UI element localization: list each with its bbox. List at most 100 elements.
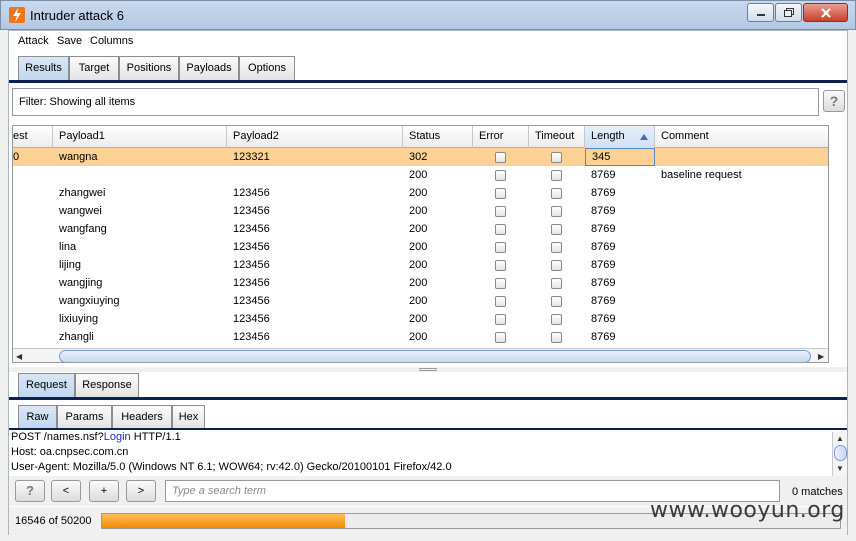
cell-comment [655, 328, 828, 346]
editor-scroll-up-icon[interactable]: ▲ [836, 434, 844, 443]
tab-headers[interactable]: Headers [112, 405, 172, 429]
table-horizontal-scrollbar[interactable]: ◀ ▶ [13, 348, 828, 362]
col-timeout[interactable]: Timeout [529, 126, 585, 148]
message-tabs: Request Response [18, 373, 144, 397]
menu-save[interactable]: Save [57, 35, 82, 47]
cell-status: 200 [409, 331, 428, 343]
cell-length: 8769 [591, 313, 616, 325]
timeout-checkbox [551, 332, 562, 343]
pane-splitter[interactable] [9, 367, 847, 372]
error-checkbox [495, 242, 506, 253]
filter-help-button[interactable]: ? [823, 90, 845, 112]
col-error[interactable]: Error [473, 126, 529, 148]
col-length[interactable]: Length [585, 126, 655, 148]
table-row[interactable]: lijing 123456 200 8769 [13, 256, 828, 274]
cell-p2: 123456 [233, 241, 270, 253]
search-help-button[interactable]: ? [15, 480, 45, 502]
cell-p1 [53, 166, 227, 184]
cell-status: 200 [409, 205, 428, 217]
cell-length: 8769 [591, 259, 616, 271]
menu-columns[interactable]: Columns [90, 35, 133, 47]
col-comment[interactable]: Comment [655, 126, 828, 148]
table-row[interactable]: lina 123456 200 8769 [13, 238, 828, 256]
search-add-button[interactable]: + [89, 480, 119, 502]
cell-req [13, 274, 53, 292]
cell-status: 200 [409, 295, 428, 307]
cell-comment [655, 238, 828, 256]
menu-attack[interactable]: Attack [18, 35, 49, 47]
horizontal-scroll-thumb[interactable] [59, 350, 811, 362]
table-row[interactable]: zhangwei 123456 200 8769 [13, 184, 828, 202]
tab-divider [9, 80, 847, 83]
progress-text: 16546 of 50200 [15, 515, 92, 527]
tab-results[interactable]: Results [18, 56, 69, 80]
minimize-button[interactable] [747, 3, 774, 22]
tab-request[interactable]: Request [18, 373, 75, 397]
table-row[interactable]: wangxiuying 123456 200 8769 [13, 292, 828, 310]
user-agent-header: User-Agent: Mozilla/5.0 (Windows NT 6.1;… [11, 461, 452, 473]
search-prev-button[interactable]: < [51, 480, 81, 502]
tab-target[interactable]: Target [69, 56, 119, 80]
view-tabs: Raw Params Headers Hex [18, 405, 208, 429]
timeout-checkbox [551, 296, 562, 307]
burp-logo-icon [9, 7, 25, 23]
minimize-icon [756, 13, 765, 16]
tab-raw[interactable]: Raw [18, 405, 57, 429]
error-checkbox [495, 260, 506, 271]
col-payload2[interactable]: Payload2 [227, 126, 403, 148]
table-row[interactable]: wangjing 123456 200 8769 [13, 274, 828, 292]
tab-options[interactable]: Options [239, 56, 295, 80]
col-request[interactable]: est [13, 126, 53, 148]
table-row[interactable]: wangfang 123456 200 8769 [13, 220, 828, 238]
table-row[interactable]: wangwei 123456 200 8769 [13, 202, 828, 220]
cell-req [13, 184, 53, 202]
timeout-checkbox [551, 188, 562, 199]
table-row[interactable]: 200 8769 baseline request [13, 166, 828, 184]
error-checkbox [495, 152, 506, 163]
table-row[interactable]: lixiuying 123456 200 8769 [13, 310, 828, 328]
scroll-left-icon[interactable]: ◀ [16, 352, 22, 361]
request-editor[interactable]: POST /names.nsf?Login HTTP/1.1 Host: oa.… [9, 430, 831, 476]
table-row[interactable]: zhangli 123456 200 8769 [13, 328, 828, 346]
cell-length: 8769 [591, 187, 616, 199]
cell-status: 200 [409, 259, 428, 271]
cell-length: 8769 [591, 223, 616, 235]
cell-comment [655, 292, 828, 310]
error-checkbox [495, 278, 506, 289]
scroll-right-icon[interactable]: ▶ [818, 352, 824, 361]
timeout-checkbox [551, 152, 562, 163]
col-payload1[interactable]: Payload1 [53, 126, 227, 148]
tab-hex[interactable]: Hex [172, 405, 205, 429]
cell-p1: lina [59, 241, 77, 253]
error-checkbox [495, 206, 506, 217]
editor-vertical-scrollbar[interactable]: ▲ ▼ [832, 432, 847, 476]
cell-length: 8769 [591, 241, 616, 253]
tab-response[interactable]: Response [75, 373, 139, 397]
timeout-checkbox [551, 278, 562, 289]
close-icon [820, 7, 831, 18]
filter-bar[interactable]: Filter: Showing all items [12, 88, 819, 116]
main-tabs: Results Target Positions Payloads Option… [18, 56, 308, 80]
tab-payloads[interactable]: Payloads [179, 56, 239, 80]
table-header: est Payload1 Payload2 Status Error Timeo… [13, 126, 828, 148]
editor-scroll-down-icon[interactable]: ▼ [836, 464, 844, 473]
cell-p1: lijing [59, 259, 82, 271]
cell-p2: 123456 [233, 205, 270, 217]
tab-params[interactable]: Params [57, 405, 112, 429]
cell-length: 8769 [591, 295, 616, 307]
message-tab-divider [9, 397, 847, 400]
col-status[interactable]: Status [403, 126, 473, 148]
cell-p2: 123456 [233, 277, 270, 289]
editor-scroll-thumb[interactable] [834, 445, 847, 461]
cell-req [13, 292, 53, 310]
search-next-button[interactable]: > [126, 480, 156, 502]
cell-status: 200 [409, 241, 428, 253]
maximize-button[interactable] [775, 3, 802, 22]
tab-positions[interactable]: Positions [119, 56, 179, 80]
error-checkbox [495, 224, 506, 235]
table-row[interactable]: 0 wangna 123321 302 345 [13, 148, 828, 166]
cell-req [13, 328, 53, 346]
cell-length: 8769 [591, 331, 616, 343]
close-button[interactable] [803, 3, 848, 22]
cell-p1: wangjing [59, 277, 103, 289]
